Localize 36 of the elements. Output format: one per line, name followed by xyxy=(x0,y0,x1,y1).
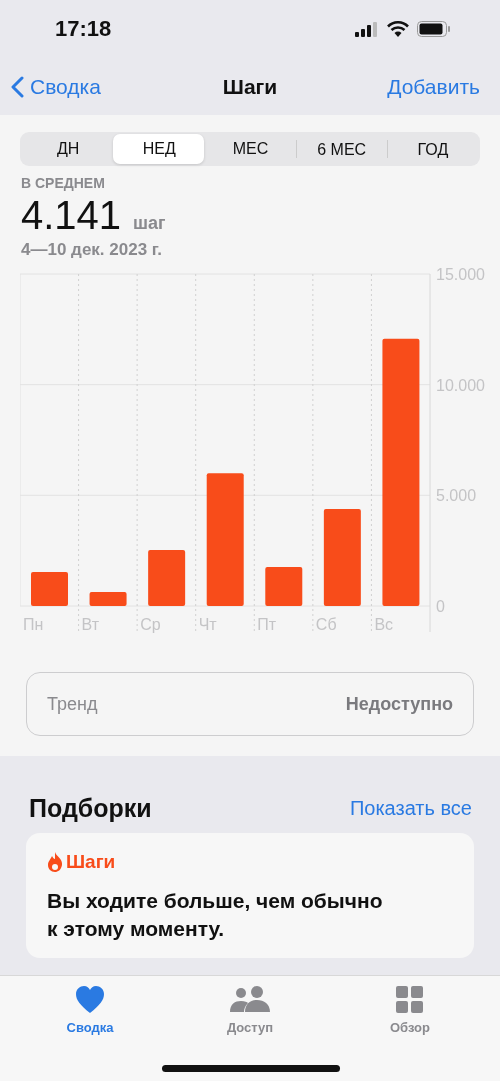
screen-title: Шаги xyxy=(222,74,278,99)
period-tab[interactable]: ДН xyxy=(22,134,114,164)
grid-icon xyxy=(396,986,424,1014)
tab-item[interactable]: Обзор xyxy=(355,976,465,1081)
wifi-icon xyxy=(387,21,409,37)
battery-icon xyxy=(417,21,450,37)
bar xyxy=(89,592,127,606)
period-tab[interactable]: МЕС xyxy=(204,134,296,164)
highlight-card[interactable]: Шаги Вы ходите больше, чем обычно к этому моменту. xyxy=(26,833,474,958)
tab-item[interactable]: Доступ xyxy=(195,976,305,1081)
chevron-left-icon xyxy=(10,75,24,98)
period-tab[interactable]: 6 МЕС xyxy=(295,140,387,158)
status-time: 17:18 xyxy=(55,16,112,42)
add-button[interactable]: Добавить xyxy=(387,74,480,99)
period-tab[interactable]: ГОД xyxy=(386,140,478,158)
bar xyxy=(31,571,68,606)
date-range: 4—10 дек. 2023 г. xyxy=(21,240,163,260)
bar xyxy=(265,567,303,606)
trend-card[interactable]: Тренд Недоступно xyxy=(26,672,474,736)
trend-value: Недоступно xyxy=(345,693,453,715)
highlight-text: Вы ходите больше, чем обычно к этому моменту. xyxy=(47,888,384,943)
signal-icon xyxy=(355,21,379,37)
people-icon xyxy=(229,986,271,1014)
period-tab[interactable]: НЕД xyxy=(113,134,205,164)
average-label: В СРЕДНЕМ xyxy=(21,175,106,191)
category-label: Шаги xyxy=(66,851,116,873)
tab-item[interactable]: Сводка xyxy=(35,976,145,1081)
unit-label: шаг xyxy=(133,213,166,234)
back-button[interactable]: Сводка xyxy=(10,74,101,99)
section-title: Подборки xyxy=(29,794,152,823)
average-value: 4.141 xyxy=(21,193,122,238)
trend-label: Тренд xyxy=(47,693,98,715)
show-all-link[interactable]: Показать все xyxy=(349,797,472,820)
heart-icon xyxy=(75,986,105,1014)
bar xyxy=(148,550,186,606)
flame-icon xyxy=(47,852,63,872)
